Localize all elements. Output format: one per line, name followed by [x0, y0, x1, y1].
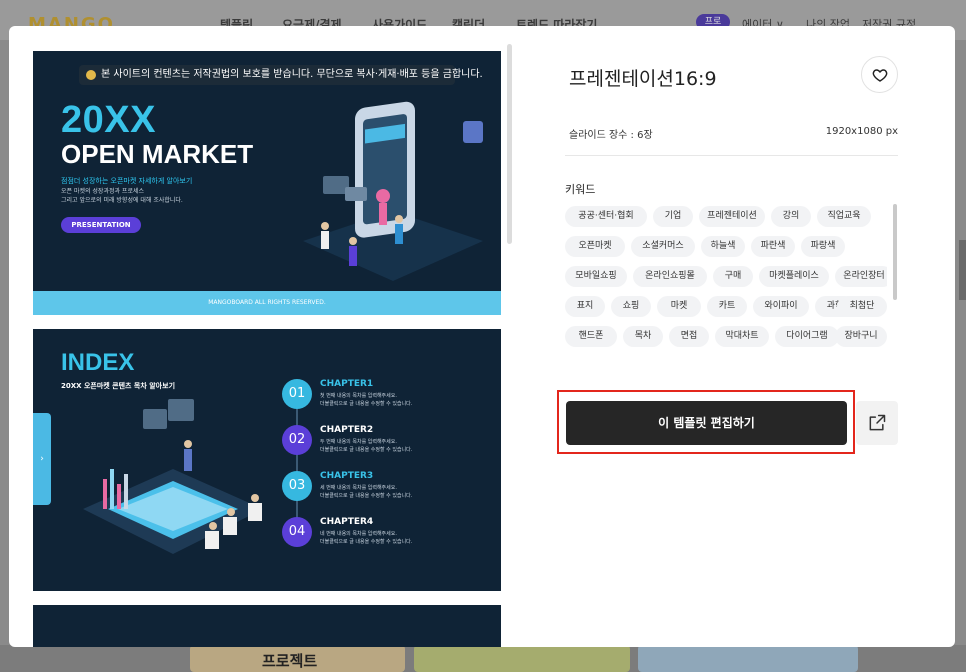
chapter-description: 네 번째 내용의 목차를 입력해주세요. 더블클릭으로 글 내용을 수정할 수 …	[320, 530, 460, 546]
keyword-tag[interactable]: 파란색	[751, 236, 795, 257]
keyword-tag[interactable]: 마켓	[657, 296, 701, 317]
tablet-data-illustration	[83, 399, 263, 554]
chapter-number: 01	[282, 379, 312, 409]
keyword-tag[interactable]: 막대차트	[715, 326, 769, 347]
template-title: 프레젠테이션16:9	[569, 68, 717, 90]
chapter-number: 04	[282, 517, 312, 547]
chapter-description: 첫 번째 내용의 목차를 입력해주세요. 더블클릭으로 글 내용을 수정할 수 …	[320, 392, 460, 408]
cover-description: 오픈 마켓의 성장과정과 프로세스 그리고 앞으로의 미래 방향성에 대해 조사…	[61, 187, 261, 205]
keyword-tag[interactable]: 쇼핑	[611, 296, 651, 317]
keyword-tag[interactable]: 구매	[713, 266, 753, 287]
keyword-tag[interactable]: 최첨단	[837, 296, 887, 317]
chapter-title: CHAPTER4	[320, 517, 374, 527]
chapter-description-line: 네 번째 내용의 목차를 입력해주세요.	[320, 531, 397, 537]
chapter-title: CHAPTER1	[320, 379, 374, 389]
index-title: INDEX	[61, 349, 135, 376]
keyword-tag[interactable]: 다이어그램	[775, 326, 839, 347]
index-subtitle: 20XX 오픈마켓 콘텐츠 목차 알아보기	[61, 382, 176, 390]
keyword-tag[interactable]: 핸드폰	[565, 326, 617, 347]
copyright-notice-text: 본 사이트의 컨텐츠는 저작권법의 보호를 받습니다. 무단으로 복사·게재·배…	[101, 69, 483, 80]
copyright-notice: 본 사이트의 컨텐츠는 저작권법의 보호를 받습니다. 무단으로 복사·게재·배…	[79, 65, 483, 85]
keyword-tag[interactable]: 모바일쇼핑	[565, 266, 627, 287]
warning-icon	[86, 70, 96, 80]
keyword-tag[interactable]: 공공·센터·협회	[565, 206, 647, 227]
keyword-tag[interactable]: 면접	[669, 326, 709, 347]
like-button[interactable]	[861, 56, 898, 93]
keyword-tag[interactable]: 장바구니	[835, 326, 887, 347]
chapter-title: CHAPTER3	[320, 471, 374, 481]
keyword-tag[interactable]: 직업교육	[817, 206, 871, 227]
keyword-tag[interactable]: 하늘색	[701, 236, 745, 257]
keyword-tag[interactable]: 와이파이	[753, 296, 809, 317]
cover-description-line: 오픈 마켓의 성장과정과 프로세스	[61, 188, 145, 195]
cover-presentation-pill: PRESENTATION	[61, 217, 141, 233]
template-detail-modal: 본 사이트의 컨텐츠는 저작권법의 보호를 받습니다. 무단으로 복사·게재·배…	[9, 26, 955, 647]
keywords-label: 키워드	[565, 183, 596, 196]
chapter-description-line: 더블클릭으로 글 내용을 수정할 수 있습니다.	[320, 493, 413, 499]
edit-template-button[interactable]: 이 템플릿 편집하기	[566, 401, 847, 445]
chapter-description-line: 세 번째 내용의 목차를 입력해주세요.	[320, 485, 397, 491]
cover-title-year: 20XX	[61, 99, 156, 141]
resolution: 1920x1080 px	[825, 126, 898, 137]
chapter-title: CHAPTER2	[320, 425, 374, 435]
keyword-tag[interactable]: 마켓플레이스	[759, 266, 829, 287]
chapter-description-line: 두 번째 내용의 목차를 입력해주세요.	[320, 439, 397, 445]
heart-icon	[872, 68, 887, 82]
page-scrollbar	[959, 240, 966, 300]
cover-subtitle: 점점더 성장하는 오픈마켓 자세하게 알아보기	[61, 177, 193, 185]
keyword-tag[interactable]: 강의	[771, 206, 811, 227]
slide-preview-index: INDEX 20XX 오픈마켓 콘텐츠 목차 알아보기 01 CHAPTER1 …	[33, 329, 501, 591]
cover-description-line: 그리고 앞으로의 미래 방향성에 대해 조사합니다.	[61, 197, 183, 204]
keyword-tag[interactable]: 프레젠테이션	[699, 206, 765, 227]
keyword-tag[interactable]: 카트	[707, 296, 747, 317]
chapter-description-line: 더블클릭으로 글 내용을 수정할 수 있습니다.	[320, 539, 413, 545]
shopping-phone-illustration	[303, 101, 483, 281]
divider	[565, 155, 898, 156]
slide-preview-list[interactable]: 본 사이트의 컨텐츠는 저작권법의 보호를 받습니다. 무단으로 복사·게재·배…	[33, 51, 501, 647]
slide-count: 슬라이드 장수 : 6장	[569, 130, 653, 141]
gallery-thumb-title: 프로젝트	[262, 652, 318, 670]
keyword-tag[interactable]: 파랑색	[801, 236, 845, 257]
chapter-description: 두 번째 내용의 목차를 입력해주세요. 더블클릭으로 글 내용을 수정할 수 …	[320, 438, 460, 454]
chapter-description-line: 첫 번째 내용의 목차를 입력해주세요.	[320, 393, 397, 399]
gallery-thumb	[414, 645, 630, 672]
keyword-tag[interactable]: 목차	[623, 326, 663, 347]
external-link-icon	[869, 414, 886, 431]
share-button[interactable]	[856, 401, 898, 445]
keyword-tag[interactable]: 기업	[653, 206, 693, 227]
keyword-scrollbar[interactable]	[893, 204, 897, 300]
slide-preview-cover: 본 사이트의 컨텐츠는 저작권법의 보호를 받습니다. 무단으로 복사·게재·배…	[33, 51, 501, 315]
chapter-number: 02	[282, 425, 312, 455]
chapter-description-line: 더블클릭으로 글 내용을 수정할 수 있습니다.	[320, 447, 413, 453]
slide-preview-next	[33, 605, 501, 647]
keyword-tag[interactable]: 온라인장터	[835, 266, 887, 287]
keyword-tag-list: 공공·센터·협회 기업 프레젠테이션 강의 직업교육 오픈마켓 소셜커머스 하늘…	[565, 206, 887, 356]
chapter-description: 세 번째 내용의 목차를 입력해주세요. 더블클릭으로 글 내용을 수정할 수 …	[320, 484, 460, 500]
preview-scrollbar[interactable]	[507, 44, 512, 244]
keyword-tag[interactable]: 소셜커머스	[631, 236, 695, 257]
cover-title: OPEN MARKET	[61, 139, 254, 169]
keyword-tag[interactable]: 오픈마켓	[565, 236, 625, 257]
cover-footer: MANGOBOARD ALL RIGHTS RESERVED.	[33, 291, 501, 315]
gallery-thumb	[638, 645, 858, 672]
chapter-number: 03	[282, 471, 312, 501]
keyword-tag[interactable]: 표지	[565, 296, 605, 317]
chevron-right-icon[interactable]: ›	[33, 413, 51, 505]
keyword-tag[interactable]: 온라인쇼핑몰	[633, 266, 707, 287]
chapter-description-line: 더블클릭으로 글 내용을 수정할 수 있습니다.	[320, 401, 413, 407]
